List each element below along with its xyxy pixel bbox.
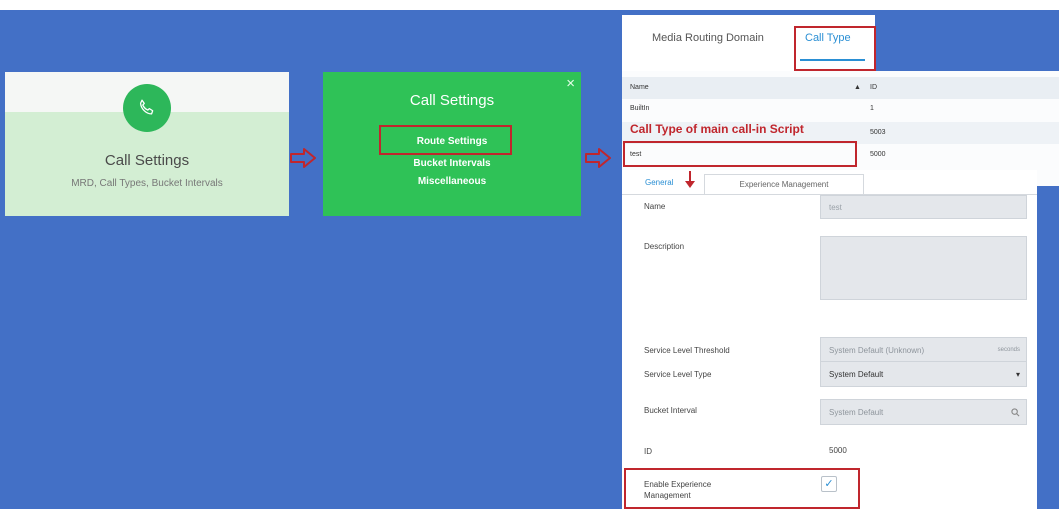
bucket-interval-label: Bucket Interval xyxy=(644,406,697,415)
enable-experience-highlight xyxy=(624,468,860,509)
name-field[interactable]: test xyxy=(820,195,1027,219)
call-settings-card[interactable]: Call Settings MRD, Call Types, Bucket In… xyxy=(5,72,289,216)
column-header-name[interactable]: Name xyxy=(630,84,649,91)
tab-experience-management[interactable]: Experience Management xyxy=(704,174,864,194)
phone-icon xyxy=(123,84,171,132)
id-value: 5000 xyxy=(829,446,847,455)
service-level-type-value: System Default xyxy=(829,369,884,379)
bucket-interval-field[interactable]: System Default xyxy=(820,399,1027,425)
search-icon[interactable] xyxy=(1011,407,1020,417)
table-row-name[interactable]: BuiltIn xyxy=(630,105,649,112)
card-subtitle: MRD, Call Types, Bucket Intervals xyxy=(71,178,223,189)
service-level-threshold-label: Service Level Threshold xyxy=(644,346,730,355)
route-settings-highlight xyxy=(379,125,512,155)
tab-general[interactable]: General xyxy=(645,178,673,187)
name-label: Name xyxy=(644,202,666,211)
test-row-highlight xyxy=(623,141,857,167)
service-level-type-label: Service Level Type xyxy=(644,370,712,379)
right-arrow-icon xyxy=(290,148,316,168)
annotation-label: Call Type of main call-in Script xyxy=(630,122,804,136)
description-label: Description xyxy=(644,242,685,251)
id-label: ID xyxy=(644,447,652,456)
sort-icon[interactable]: ▲ xyxy=(854,84,861,91)
tab-media-routing-domain[interactable]: Media Routing Domain xyxy=(652,32,764,44)
threshold-value: System Default (Unknown) xyxy=(829,345,925,355)
right-arrow-icon xyxy=(585,148,611,168)
close-icon[interactable]: × xyxy=(566,76,575,91)
service-level-type-select[interactable]: System Default ▾ xyxy=(820,361,1027,387)
column-header-id[interactable]: ID xyxy=(870,84,877,91)
down-arrow-head xyxy=(685,181,695,188)
service-level-threshold-field[interactable]: System Default (Unknown) seconds xyxy=(820,337,1027,363)
table-row-id[interactable]: 5000 xyxy=(870,151,886,158)
table-row-id[interactable]: 1 xyxy=(870,105,874,112)
threshold-unit: seconds xyxy=(997,347,1020,353)
bucket-interval-value: System Default xyxy=(829,407,884,417)
caret-down-icon: ▾ xyxy=(1015,369,1020,379)
description-field[interactable] xyxy=(820,236,1027,300)
call-type-highlight xyxy=(794,26,876,71)
table-row-id[interactable]: 5003 xyxy=(870,129,886,136)
menu-card-title: Call Settings xyxy=(409,92,495,109)
card-title: Call Settings xyxy=(104,152,190,169)
menu-item-bucket-intervals[interactable]: Bucket Intervals xyxy=(323,158,581,169)
menu-item-miscellaneous[interactable]: Miscellaneous xyxy=(323,176,581,187)
table-header xyxy=(622,77,1059,99)
